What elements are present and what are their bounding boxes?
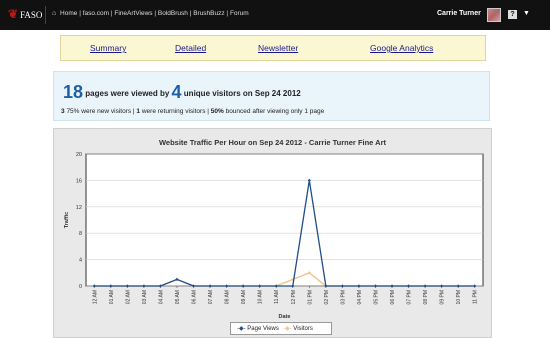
returning-text: were returning visitors [141,108,206,115]
legend-page-views-swatch: -◆- [237,326,246,332]
x-axis-label: Date [279,314,291,320]
home-icon[interactable]: ⌂ [52,10,56,17]
x-tick-label: 10 PM [456,290,462,304]
x-tick-label: 01 PM [307,290,313,304]
top-nav: ⌂ Home | faso.com | FineArtViews | BoldB… [52,10,249,17]
x-tick-label: 05 AM [175,290,181,304]
visitors-count: 4 [171,82,182,102]
stats-headline: 18 pages were viewed by 4 unique visitor… [63,82,301,103]
visitors-text: unique visitors on Sep 24 2012 [183,89,301,98]
nav-brushbuzz[interactable]: BrushBuzz [193,10,224,17]
bounce-text: bounced after viewing only 1 page [225,108,325,115]
legend-visitors-label: Visitors [293,326,313,332]
x-tick-label: 08 AM [225,290,231,304]
faso-logo[interactable]: ❦ FASO [8,7,42,22]
new-count: 3 [61,108,65,115]
legend-visitors: -◆- Visitors [283,325,313,332]
x-tick-label: 09 PM [440,290,446,304]
returning-count: 1 [136,108,141,115]
x-tick-label: 02 PM [324,290,330,304]
chart-legend: -◆- Page Views -◆- Visitors [230,322,332,335]
x-tick-label: 10 AM [258,290,264,304]
bounce-pct: 50% [210,108,224,115]
plot-area [85,153,484,287]
y-tick-label: 12 [76,205,82,211]
new-text: 75% were new visitors [66,108,132,115]
x-tick-label: 11 PM [473,290,479,304]
x-tick-label: 01 AM [109,290,115,304]
y-tick-label: 4 [79,258,82,264]
y-tick-label: 16 [76,178,82,184]
divider [45,6,46,24]
faso-logo-icon: ❦ [8,7,19,21]
y-axis-label: Traffic [64,212,70,229]
y-tick-label: 8 [79,231,82,237]
x-tick-label: 03 AM [142,290,148,304]
legend-page-views: -◆- Page Views [237,325,279,332]
user-name[interactable]: Carrie Turner [437,10,481,17]
x-tick-label: 12 PM [291,290,297,304]
nav-fineartviews[interactable]: FineArtViews [114,10,152,17]
x-tick-label: 11 AM [274,290,280,304]
x-tick-label: 06 PM [390,290,396,304]
help-icon[interactable]: ? [508,10,517,19]
x-tick-label: 07 AM [208,290,214,304]
x-tick-label: 03 PM [340,290,346,304]
nav-forum[interactable]: Forum [230,10,249,17]
nav-faso[interactable]: faso.com [83,10,109,17]
traffic-chart: 0 4 8 12 16 20 12 AM 01 AM 02 AM 03 AM 04 AM 05 AM 0… [64,152,484,320]
x-tick-label: 04 AM [158,290,164,304]
x-tick-label: 07 PM [407,290,413,304]
y-tick-label: 20 [76,152,82,158]
x-tick-label: 09 AM [241,290,247,304]
stats-detail: 3 75% were new visitors | 1 were returni… [61,108,325,115]
tab-google-analytics[interactable]: Google Analytics [370,43,433,53]
traffic-chart-panel: Website Traffic Per Hour on Sep 24 2012 … [53,128,492,338]
nav-home[interactable]: Home [60,10,77,17]
logo-text: FASO [20,10,43,20]
x-tick-label: 05 PM [373,290,379,304]
y-tick-label: 0 [79,284,82,290]
top-bar: ❦ FASO ⌂ Home | faso.com | FineArtViews |… [0,0,550,30]
x-tick-label: 08 PM [423,290,429,304]
tab-detailed[interactable]: Detailed [175,43,206,53]
legend-visitors-swatch: -◆- [283,326,292,332]
stats-summary: 18 pages were viewed by 4 unique visitor… [53,71,490,121]
pages-text: pages were viewed by [85,89,170,98]
tab-summary[interactable]: Summary [90,43,126,53]
x-tick-label: 02 AM [125,290,131,304]
legend-page-views-label: Page Views [247,326,279,332]
x-tick-label: 06 AM [192,290,198,304]
tab-newsletter[interactable]: Newsletter [258,43,298,53]
chevron-down-icon[interactable]: ▼ [523,10,530,17]
report-tabs: Summary Detailed Newsletter Google Analy… [60,35,486,61]
avatar[interactable] [487,8,501,22]
pages-count: 18 [63,82,84,102]
nav-boldbrush[interactable]: BoldBrush [158,10,188,17]
x-tick-label: 04 PM [357,290,363,304]
x-tick-label: 12 AM [92,290,98,304]
